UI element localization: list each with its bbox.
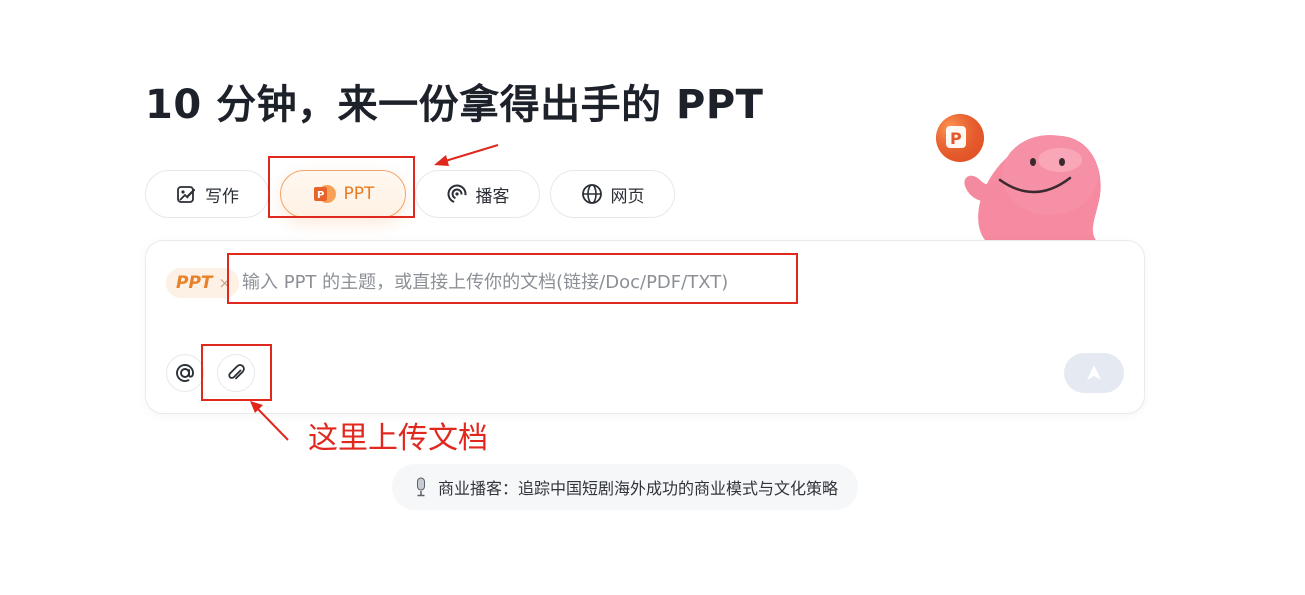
ppt-badge-letter: P bbox=[950, 129, 962, 148]
tab-podcast-label: 播客 bbox=[475, 186, 510, 207]
mode-chip-label: PPT bbox=[176, 273, 213, 293]
prompt-composer: PPT × bbox=[145, 240, 1145, 414]
at-icon bbox=[176, 364, 194, 382]
tab-ppt[interactable]: P PPT bbox=[280, 170, 406, 218]
attach-file-button[interactable] bbox=[217, 354, 255, 392]
tab-podcast[interactable]: 播客 bbox=[415, 170, 540, 218]
send-button[interactable] bbox=[1064, 353, 1124, 393]
tab-ppt-label: PPT bbox=[343, 184, 375, 204]
mode-chip: PPT × bbox=[166, 268, 240, 298]
tab-webpage[interactable]: 网页 bbox=[550, 170, 675, 218]
arrow-to-ppt-tab bbox=[434, 144, 499, 166]
prompt-input[interactable] bbox=[238, 263, 846, 301]
page-title: 10 分钟，来一份拿得出手的 PPT bbox=[145, 82, 764, 128]
svg-text:P: P bbox=[317, 190, 324, 201]
ppt-badge-icon: P bbox=[936, 114, 984, 162]
tab-writing[interactable]: 写作 bbox=[145, 170, 269, 218]
suggestion-chip[interactable]: 商业播客：追踪中国短剧海外成功的商业模式与文化策略 bbox=[392, 464, 859, 510]
podcast-icon bbox=[447, 184, 466, 204]
send-icon bbox=[1087, 365, 1101, 380]
tab-webpage-label: 网页 bbox=[610, 186, 645, 207]
mode-chip-close-icon[interactable]: × bbox=[219, 274, 232, 292]
suggestion-text: 商业播客：追踪中国短剧海外成功的商业模式与文化策略 bbox=[438, 479, 839, 498]
tab-writing-label: 写作 bbox=[205, 186, 239, 207]
annotation-upload-hint: 这里上传文档 bbox=[308, 421, 488, 456]
mention-button[interactable] bbox=[166, 354, 204, 392]
writing-icon bbox=[177, 186, 196, 203]
microphone-icon bbox=[417, 477, 425, 497]
paperclip-icon bbox=[228, 364, 245, 380]
globe-icon bbox=[581, 184, 602, 204]
ppt-icon: P bbox=[313, 185, 336, 203]
